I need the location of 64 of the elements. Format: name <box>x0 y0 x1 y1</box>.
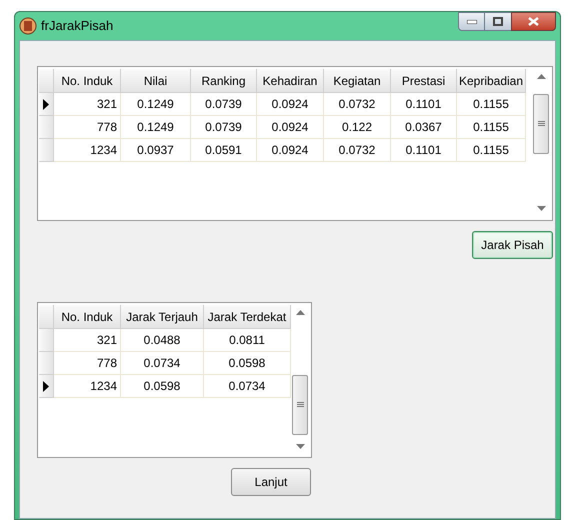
table-cell: 0.0937 <box>121 139 191 162</box>
table-cell: 0.1249 <box>121 93 191 116</box>
table-cell: 0.1155 <box>457 93 526 116</box>
table-cell: 321 <box>54 329 121 352</box>
table-cell: 0.0924 <box>257 93 324 116</box>
table-cell: 321 <box>54 93 121 116</box>
table-cell: 0.1155 <box>457 116 526 139</box>
column-header[interactable]: Ranking <box>191 69 257 93</box>
table-cell: 0.0488 <box>121 329 204 352</box>
table-cell: 0.0732 <box>324 93 391 116</box>
scrollbar-thumb[interactable] <box>292 375 308 435</box>
close-button[interactable] <box>511 12 556 31</box>
column-header[interactable]: No. Induk <box>54 305 121 329</box>
table-cell: 0.0591 <box>191 139 257 162</box>
table-cell: 0.0598 <box>204 352 291 375</box>
grip-icon <box>296 402 304 408</box>
app-icon <box>19 17 37 35</box>
table-cell: 1234 <box>54 375 121 398</box>
column-header[interactable]: No. Induk <box>54 69 121 93</box>
table-cell: 0.0924 <box>257 116 324 139</box>
table-cell: 0.0734 <box>204 375 291 398</box>
grip-icon <box>538 121 544 127</box>
close-icon <box>528 17 539 26</box>
table-cell: 0.0739 <box>191 116 257 139</box>
maximize-icon <box>493 17 503 26</box>
current-row-icon <box>43 98 49 110</box>
jarak-pisah-button[interactable]: Jarak Pisah <box>472 231 553 259</box>
table-cell: 0.0367 <box>391 116 457 139</box>
minimize-icon <box>466 20 476 24</box>
minimize-button[interactable] <box>458 12 485 31</box>
table-cell: 0.0811 <box>204 329 291 352</box>
column-header[interactable]: Kehadiran <box>257 69 324 93</box>
table-cell: 1234 <box>54 139 121 162</box>
column-header[interactable]: Jarak Terdekat <box>204 305 291 329</box>
table-cell: 778 <box>54 116 121 139</box>
column-header[interactable]: Prestasi <box>391 69 457 93</box>
table-cell: 0.0924 <box>257 139 324 162</box>
row-indicator[interactable] <box>39 375 54 398</box>
table-cell: 0.1101 <box>391 139 457 162</box>
column-header[interactable]: Kegiatan <box>324 69 391 93</box>
header-cell <box>39 69 54 93</box>
table-cell: 0.0732 <box>324 139 391 162</box>
table-cell: 0.1101 <box>391 93 457 116</box>
table-cell: 0.122 <box>324 116 391 139</box>
scroll-up-icon[interactable] <box>536 74 546 80</box>
lanjut-button[interactable]: Lanjut <box>231 468 311 496</box>
column-header[interactable]: Kepribadian <box>457 69 526 93</box>
scroll-down-icon[interactable] <box>296 444 304 450</box>
row-indicator[interactable] <box>39 93 54 116</box>
column-header[interactable]: Nilai <box>121 69 191 93</box>
scroll-down-icon[interactable] <box>536 206 546 212</box>
maximize-button[interactable] <box>485 12 511 31</box>
current-row-icon <box>43 380 49 392</box>
header-cell <box>39 305 54 329</box>
scrollbar-thumb[interactable] <box>533 94 549 154</box>
table-cell: 0.0598 <box>121 375 204 398</box>
window-title: frJarakPisah <box>41 17 114 36</box>
table-cell: 778 <box>54 352 121 375</box>
scroll-up-icon[interactable] <box>296 310 304 316</box>
table-cell: 0.0739 <box>191 93 257 116</box>
table-cell: 0.1249 <box>121 116 191 139</box>
column-header[interactable]: Jarak Terjauh <box>121 305 204 329</box>
table-cell: 0.1155 <box>457 139 526 162</box>
table-cell: 0.0734 <box>121 352 204 375</box>
